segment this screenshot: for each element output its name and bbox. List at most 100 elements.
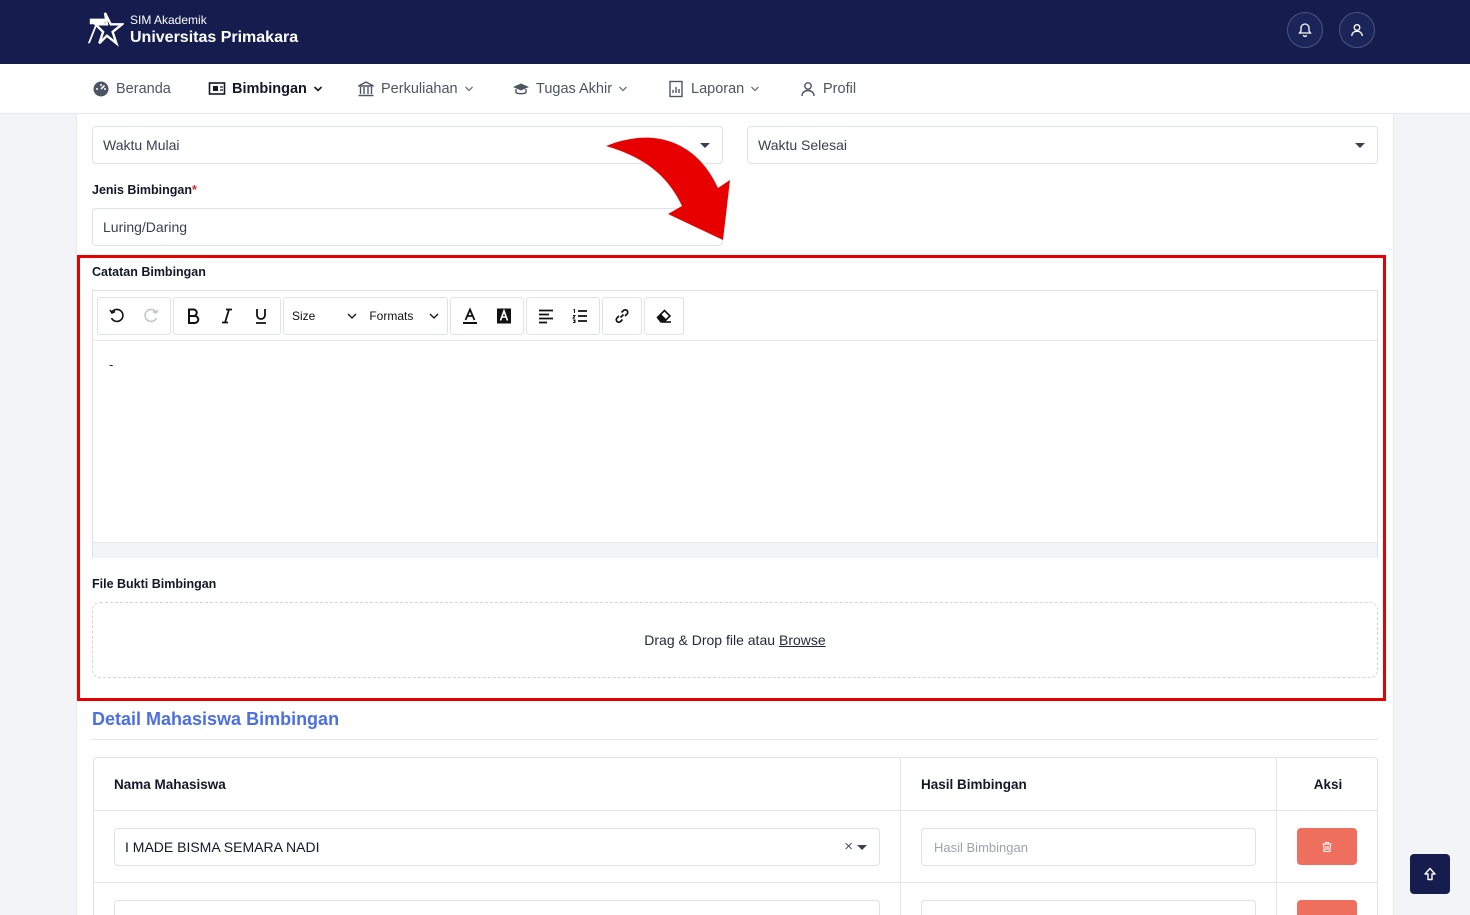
brand[interactable]: SIM Akademik Universitas Primakara <box>86 10 298 50</box>
delete-row-button[interactable] <box>1297 828 1357 865</box>
chevron-down-icon <box>619 86 627 92</box>
column-header-aksi: Aksi <box>1277 758 1377 811</box>
nav-label: Laporan <box>691 81 745 97</box>
file-dropzone[interactable]: Drag & Drop file atau Browse <box>92 602 1378 678</box>
format-group <box>173 296 281 335</box>
chevron-down-icon <box>347 313 357 319</box>
editor-statusbar <box>93 542 1377 558</box>
app-title: Universitas Primakara <box>130 29 299 46</box>
mahasiswa-name: I MADE BISMA SEMARA NADI <box>125 839 320 855</box>
notification-button[interactable] <box>1287 12 1323 48</box>
nav-label: Beranda <box>116 81 171 97</box>
underline-icon <box>256 308 266 324</box>
jenis-bimbingan-label: Jenis Bimbingan* <box>92 183 197 197</box>
chevron-down-icon <box>429 313 439 319</box>
background-color-icon <box>497 308 512 323</box>
mahasiswa-select[interactable]: I MADE BISMA SEMARA NADI × <box>114 828 880 866</box>
column-divider <box>900 758 901 915</box>
italic-icon <box>222 308 232 323</box>
header-label: Aksi <box>1313 776 1343 792</box>
delete-row-button[interactable] <box>1297 900 1357 915</box>
nav-perkuliahan[interactable]: Perkuliahan <box>357 64 474 114</box>
redo-button[interactable] <box>134 299 168 333</box>
mahasiswa-select[interactable] <box>114 900 880 915</box>
nav-laporan[interactable]: Laporan <box>667 64 760 114</box>
nav-tugas-akhir[interactable]: Tugas Akhir <box>512 64 628 114</box>
undo-icon <box>109 308 124 322</box>
detail-section-title: Detail Mahasiswa Bimbingan <box>92 709 340 729</box>
bold-button[interactable] <box>176 299 210 333</box>
size-label: Size <box>292 308 316 323</box>
chevron-down-icon <box>751 86 760 92</box>
nav-profil[interactable]: Profil <box>799 64 856 114</box>
link-button[interactable] <box>605 299 639 333</box>
column-header-hasil: Hasil Bimbingan <box>901 758 1277 811</box>
main-nav: Beranda Bimbingan Perkuliahan Tugas Akhi… <box>0 64 1470 114</box>
waktu-selesai-select[interactable]: Waktu Selesai <box>747 126 1378 164</box>
arrow-up-icon <box>1424 867 1436 881</box>
input-value: Luring/Daring <box>103 219 188 235</box>
browse-link[interactable]: Browse <box>779 632 826 648</box>
report-icon <box>669 80 683 98</box>
nav-label: Bimbingan <box>232 81 307 97</box>
style-group: Size Formats <box>283 296 449 335</box>
input-placeholder: Hasil Bimbingan <box>934 839 1028 855</box>
row-divider <box>94 882 1377 883</box>
editor-content-area[interactable]: - <box>93 341 1377 542</box>
header-label: Hasil Bimbingan <box>921 776 1027 792</box>
formats-dropdown[interactable]: Formats <box>363 299 445 333</box>
formats-label: Formats <box>369 308 414 323</box>
eraser-icon <box>656 308 672 323</box>
trash-icon <box>1322 841 1332 852</box>
top-header: SIM Akademik Universitas Primakara <box>0 0 1470 64</box>
ordered-list-icon <box>572 308 588 323</box>
chevron-down-icon <box>313 86 322 92</box>
file-bukti-label: File Bukti Bimbingan <box>92 577 217 591</box>
link-group <box>602 296 643 335</box>
label-text: Jenis Bimbingan <box>92 183 193 197</box>
column-header-nama: Nama Mahasiswa <box>94 758 901 811</box>
history-group <box>97 296 171 335</box>
annotation-arrow-icon <box>606 137 730 240</box>
dashboard-icon <box>93 81 109 97</box>
clear-format-button[interactable] <box>647 299 681 333</box>
select-placeholder: Waktu Selesai <box>758 137 847 153</box>
hasil-bimbingan-input[interactable] <box>921 900 1256 915</box>
align-left-icon <box>539 309 554 323</box>
italic-button[interactable] <box>210 299 244 333</box>
clear-icon[interactable]: × <box>844 838 853 855</box>
catatan-bimbingan-label: Catatan Bimbingan <box>92 265 206 279</box>
header-label: Nama Mahasiswa <box>114 776 226 792</box>
bold-icon <box>188 308 200 324</box>
text-color-icon <box>463 306 478 324</box>
background-color-button[interactable] <box>487 299 521 333</box>
undo-button[interactable] <box>100 299 134 333</box>
color-group <box>450 296 525 335</box>
ordered-list-button[interactable] <box>563 299 597 333</box>
editor-text: - <box>109 357 114 372</box>
nav-bimbingan[interactable]: Bimbingan <box>208 64 323 114</box>
nav-label: Tugas Akhir <box>536 81 613 97</box>
graduation-cap-icon <box>513 83 529 95</box>
underline-button[interactable] <box>244 299 278 333</box>
text-color-button[interactable] <box>453 299 487 333</box>
primakara-logo-icon <box>87 12 124 47</box>
nav-beranda[interactable]: Beranda <box>92 64 171 114</box>
select-placeholder: Waktu Mulai <box>103 137 180 153</box>
catatan-editor: Size Formats - <box>92 290 1378 558</box>
size-dropdown[interactable]: Size <box>286 299 363 333</box>
user-menu-button[interactable] <box>1339 12 1375 48</box>
column-divider <box>1276 758 1277 915</box>
detail-mahasiswa-table: Nama Mahasiswa Hasil Bimbingan Aksi I MA… <box>93 757 1378 915</box>
section-divider <box>92 739 1378 740</box>
bell-icon <box>1298 23 1312 38</box>
caret-down-icon <box>857 845 867 850</box>
chevron-down-icon <box>464 86 473 92</box>
dropzone-text: Drag & Drop file atau <box>644 632 776 648</box>
user-icon <box>801 82 815 97</box>
redo-icon <box>144 308 159 322</box>
presentation-icon <box>208 82 226 95</box>
scroll-to-top-button[interactable] <box>1410 854 1450 894</box>
hasil-bimbingan-input[interactable]: Hasil Bimbingan <box>921 828 1256 866</box>
align-button[interactable] <box>529 299 563 333</box>
